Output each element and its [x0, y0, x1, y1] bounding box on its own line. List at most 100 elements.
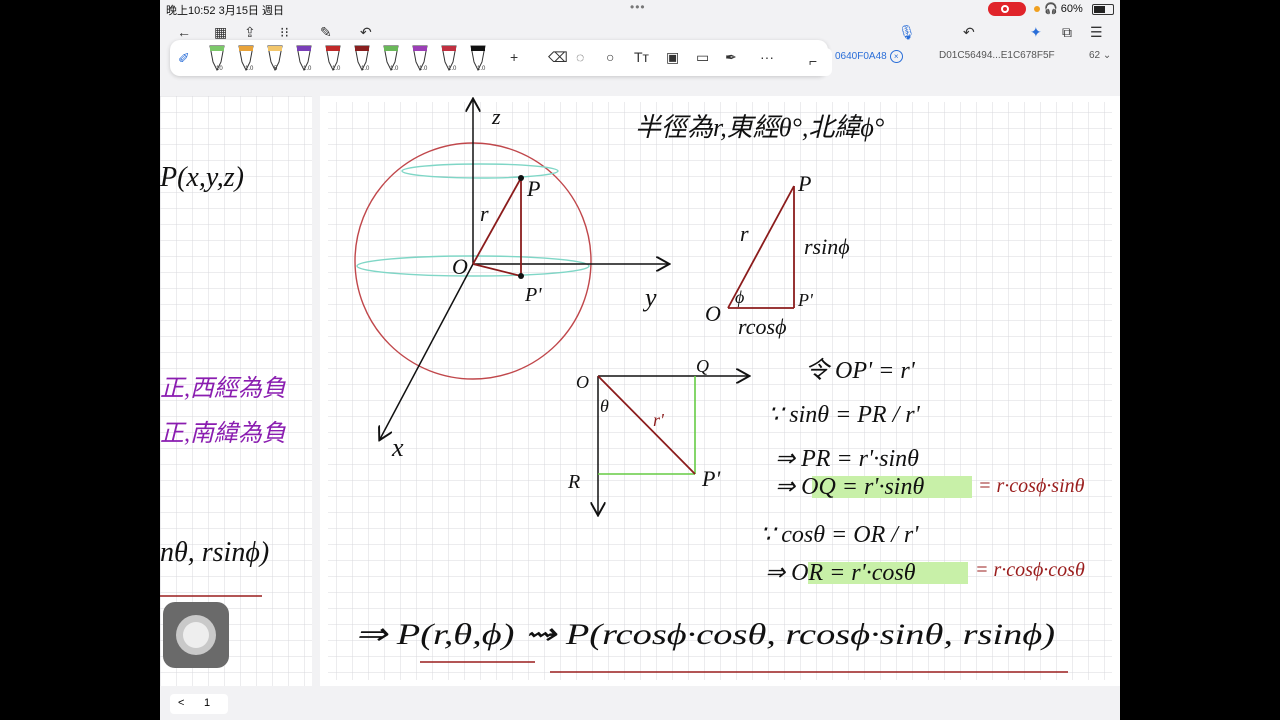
pen-size: 10: [216, 66, 223, 72]
tri-label-p: P: [797, 171, 811, 196]
eq-1: ∵ sinθ = PR / r': [768, 402, 921, 428]
pen-toolbar: ✐ 10 1.0 5 1.0 1.0 1.0 1.0 1.0 1.0 1.0 + ⌫ ◌ ○ Tт…: [170, 40, 828, 76]
pen-tool[interactable]: 1.0: [380, 44, 402, 72]
eq-5b: = r·cosϕ·cosθ: [975, 559, 1085, 581]
tab-second[interactable]: D01C56494...E1C678F5F: [939, 50, 1055, 61]
zoom-value: 62: [1089, 50, 1101, 61]
pen-tool[interactable]: 5: [264, 44, 286, 72]
page-navigator: < 1: [170, 694, 228, 714]
edit-icon[interactable]: ✎: [320, 22, 332, 42]
pen-tool[interactable]: 1.0: [293, 44, 315, 72]
sq-label-q: Q: [696, 356, 709, 376]
battery-percent: 🎧 60%: [1044, 3, 1083, 15]
assistive-touch-core: [183, 622, 209, 648]
pen-tool[interactable]: 1.0: [409, 44, 431, 72]
left-point-text: P(x,y,z): [160, 162, 244, 193]
pen-size: 1.0: [390, 66, 399, 72]
left-page: P(x,y,z) 正,西經為負 正,南緯為負 nθ, rsinϕ): [160, 96, 312, 686]
nav-row: ← ▦ ⇪ ⁝⁝ ✎ ↶ 🎙 ↶ ✦ ⧉ ☰: [160, 22, 1120, 42]
tri-label-p-prime: P': [797, 290, 814, 310]
pen-tool[interactable]: 1.0: [322, 44, 344, 72]
eq-3: ⇒ OQ = r'·sinθ: [775, 474, 924, 500]
tri-label-base: rcosϕ: [738, 314, 786, 339]
mic-indicator-icon: [1034, 6, 1040, 12]
sq-label-theta: θ: [600, 396, 609, 416]
grid-view-icon[interactable]: ▦: [214, 22, 227, 42]
pen-tool[interactable]: 1.0: [467, 44, 489, 72]
eq-let: 令 OP' = r': [805, 357, 916, 384]
final-formula: ⇒ P(r,θ,ϕ) ⇝ P(rcosϕ·cosθ, rcosϕ·sinθ, r…: [355, 618, 1055, 651]
tri-label-phi: ϕ: [735, 287, 744, 307]
page-number[interactable]: 1: [204, 697, 210, 709]
pen-tool[interactable]: 10: [206, 44, 228, 72]
apps-icon[interactable]: ⁝⁝: [280, 22, 289, 42]
point-p: [518, 175, 524, 181]
tab-active[interactable]: 0640F0A48 ×: [835, 50, 903, 63]
left-rule-2: 正,南緯為負: [160, 420, 286, 447]
prev-page-icon[interactable]: <: [178, 697, 184, 709]
sparkle-icon[interactable]: ✦: [1030, 22, 1042, 42]
sq-label-r: R: [567, 471, 580, 493]
tri-label-r: r: [740, 221, 749, 246]
tri-label-o: O: [705, 301, 721, 326]
assistive-touch-button[interactable]: [163, 602, 229, 668]
add-pen-button[interactable]: +: [510, 49, 518, 65]
menu-icon[interactable]: ☰: [1090, 22, 1103, 42]
eq-4: ∵ cosθ = OR / r': [760, 522, 919, 548]
pen-size: 1.0: [303, 66, 312, 72]
label-y: y: [642, 283, 657, 312]
eq-2: ⇒ PR = r'·sinθ: [775, 446, 919, 472]
pen-size: 1.0: [361, 66, 370, 72]
battery-icon: [1092, 4, 1114, 15]
text-icon[interactable]: Tт: [634, 49, 649, 65]
pen-size: 1.0: [332, 66, 341, 72]
label-z: z: [491, 104, 501, 129]
shape-icon[interactable]: ○: [606, 49, 614, 65]
eq-5: ⇒ OR = r'·cosθ: [765, 560, 916, 586]
highlighter-icon[interactable]: ✒: [725, 49, 737, 66]
pencil-mode-icon[interactable]: ✐: [178, 50, 190, 67]
status-bar: 晚上10:52 3月15日 週日 ••• 🎧 60%: [160, 0, 1120, 18]
more-tools-button[interactable]: ···: [760, 49, 774, 65]
share-icon[interactable]: ⇪: [244, 22, 256, 42]
label-p-prime: P': [524, 284, 542, 306]
eraser-icon[interactable]: ⌫: [548, 49, 568, 66]
image-icon[interactable]: ▣: [666, 49, 679, 66]
comment-icon[interactable]: ▭: [696, 49, 709, 66]
status-time: 晚上10:52 3月15日 週日: [166, 5, 284, 17]
sq-label-p-prime: P': [701, 466, 720, 491]
tab-label: D01C56494...E1C678F5F: [939, 50, 1055, 61]
undo-right-icon[interactable]: ↶: [963, 22, 975, 42]
pen-size: 1.0: [448, 66, 457, 72]
more-dots-icon[interactable]: •••: [630, 0, 646, 14]
label-p: P: [526, 176, 540, 201]
pen-size: 1.0: [419, 66, 428, 72]
tri-label-side: rsinϕ: [804, 234, 850, 259]
page-corner-icon: ⌐: [809, 53, 818, 69]
tab-label: 0640F0A48: [835, 51, 887, 62]
left-bottom-text: nθ, rsinϕ): [160, 537, 269, 568]
close-icon[interactable]: ×: [889, 50, 903, 63]
label-x: x: [391, 433, 404, 462]
back-icon[interactable]: ←: [177, 22, 191, 42]
label-r: r: [480, 201, 489, 226]
copy-icon[interactable]: ⧉: [1062, 22, 1072, 42]
point-p-prime: [518, 273, 524, 279]
pen-size: 1.0: [477, 66, 486, 72]
page-layout-button[interactable]: ⌐: [800, 48, 832, 76]
pen-tool[interactable]: 1.0: [438, 44, 460, 72]
lasso-icon[interactable]: ◌: [576, 49, 584, 65]
app-screen: 晚上10:52 3月15日 週日 ••• 🎧 60% ← ▦ ⇪ ⁝⁝ ✎ ↶ …: [160, 0, 1120, 720]
screen-record-icon[interactable]: [988, 2, 1026, 16]
undo-icon[interactable]: ↶: [360, 22, 372, 42]
tab-bar: 0640F0A48 × D01C56494...E1C678F5F 62 ⌄: [835, 46, 1120, 68]
header-text: 半徑為r,東經θ°,北緯ϕ°: [635, 113, 884, 142]
pen-size: 1.0: [245, 66, 254, 72]
pen-tool[interactable]: 1.0: [235, 44, 257, 72]
pen-size: 5: [274, 66, 278, 72]
eq-3b: = r·cosϕ·sinθ: [978, 475, 1085, 497]
pen-tool[interactable]: 1.0: [351, 44, 373, 72]
label-origin: O: [452, 254, 468, 279]
zoom-select[interactable]: 62 ⌄: [1089, 50, 1111, 61]
mic-icon[interactable]: 🎙: [898, 22, 916, 42]
